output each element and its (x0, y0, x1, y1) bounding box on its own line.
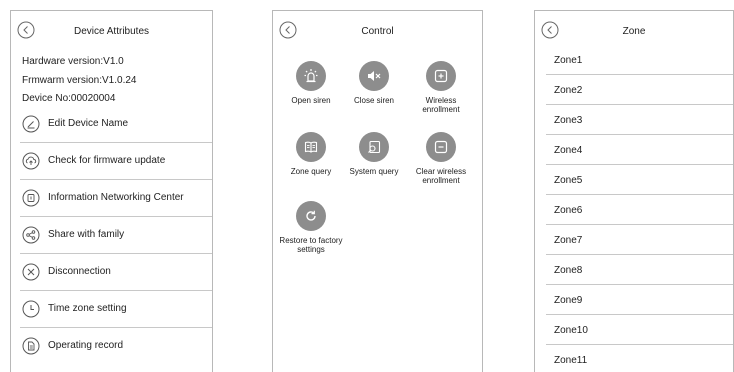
zone-label: Zone7 (554, 235, 583, 246)
zone-item[interactable]: Zone9 (535, 285, 733, 315)
disconnection-item[interactable]: Disconnection (11, 254, 212, 291)
zone-item[interactable]: Zone3 (535, 105, 733, 135)
button-label: Restore to factory settings (279, 236, 343, 254)
item-label: Operating record (48, 340, 124, 351)
zone-label: Zone11 (554, 355, 588, 366)
hardware-version: Hardware version:V1.0 (22, 56, 124, 67)
zone-query-button[interactable]: Zone query (276, 132, 346, 176)
info-center-icon (22, 189, 40, 207)
time-zone-setting-item[interactable]: Time zone setting (11, 291, 212, 328)
zone-label: Zone3 (554, 115, 583, 126)
zone-label: Zone8 (554, 265, 583, 276)
page-title: Control (361, 26, 394, 37)
zone-label: Zone4 (554, 145, 583, 156)
zone-label: Zone2 (554, 85, 583, 96)
zone-label: Zone10 (554, 325, 588, 336)
button-label: Close siren (353, 96, 394, 105)
device-attributes-panel: Device Attributes Hardware version:V1.0 … (10, 10, 213, 372)
close-circle-icon (22, 263, 40, 281)
document-icon (22, 337, 40, 355)
device-number: Device No:00020004 (22, 93, 116, 104)
zone-item[interactable]: Zone2 (535, 75, 733, 105)
restore-factory-settings-button[interactable]: Restore to factory settings (273, 201, 349, 254)
button-label: Wireless enrollment (422, 96, 460, 114)
zone-item[interactable]: Zone11 (535, 345, 733, 372)
firmware-version: Frmwarm version:V1.0.24 (22, 75, 137, 86)
edit-icon (22, 115, 40, 133)
open-siren-button[interactable]: Open siren (276, 61, 346, 105)
zone-panel: Zone Zone1 Zone2 Zone3 Zone4 Zone5 Zone6… (534, 10, 734, 372)
clock-icon (22, 300, 40, 318)
zone-item[interactable]: Zone8 (535, 255, 733, 285)
page-title: Zone (622, 26, 646, 37)
zone-item[interactable]: Zone6 (535, 195, 733, 225)
book-icon (296, 132, 326, 162)
zone-item[interactable]: Zone7 (535, 225, 733, 255)
restore-icon (296, 201, 326, 231)
page-title: Device Attributes (73, 26, 150, 37)
zone-label: Zone1 (554, 55, 583, 66)
control-panel: Control Open siren Close siren Wireless … (272, 10, 483, 372)
button-label: Open siren (291, 96, 331, 105)
button-label: Clear wireless enrollment (415, 167, 467, 185)
button-label: Zone query (290, 167, 332, 176)
zone-item[interactable]: Zone4 (535, 135, 733, 165)
zone-label: Zone9 (554, 295, 583, 306)
zone-item[interactable]: Zone10 (535, 315, 733, 345)
edit-device-name-item[interactable]: Edit Device Name (11, 106, 212, 143)
check-firmware-update-item[interactable]: Check for firmware update (11, 143, 212, 180)
minus-box-icon (426, 132, 456, 162)
zone-label: Zone6 (554, 205, 583, 216)
item-label: Information Networking Center (48, 192, 184, 203)
mute-icon (359, 61, 389, 91)
search-icon (359, 132, 389, 162)
item-label: Time zone setting (48, 303, 127, 314)
operating-record-item[interactable]: Operating record (11, 328, 212, 365)
item-label: Share with family (48, 229, 125, 240)
add-box-icon (426, 61, 456, 91)
clear-wireless-enrollment-button[interactable]: Clear wireless enrollment (406, 132, 476, 185)
item-label: Edit Device Name (48, 118, 129, 129)
system-query-button[interactable]: System query (339, 132, 409, 176)
siren-icon (296, 61, 326, 91)
wireless-enrollment-button[interactable]: Wireless enrollment (406, 61, 476, 114)
information-networking-center-item[interactable]: Information Networking Center (11, 180, 212, 217)
zone-item[interactable]: Zone1 (535, 45, 733, 75)
close-siren-button[interactable]: Close siren (339, 61, 409, 105)
zone-label: Zone5 (554, 175, 583, 186)
share-with-family-item[interactable]: Share with family (11, 217, 212, 254)
cloud-upload-icon (22, 152, 40, 170)
share-icon (22, 226, 40, 244)
zone-item[interactable]: Zone5 (535, 165, 733, 195)
item-label: Check for firmware update (48, 155, 166, 166)
button-label: System query (349, 167, 399, 176)
item-label: Disconnection (48, 266, 111, 277)
